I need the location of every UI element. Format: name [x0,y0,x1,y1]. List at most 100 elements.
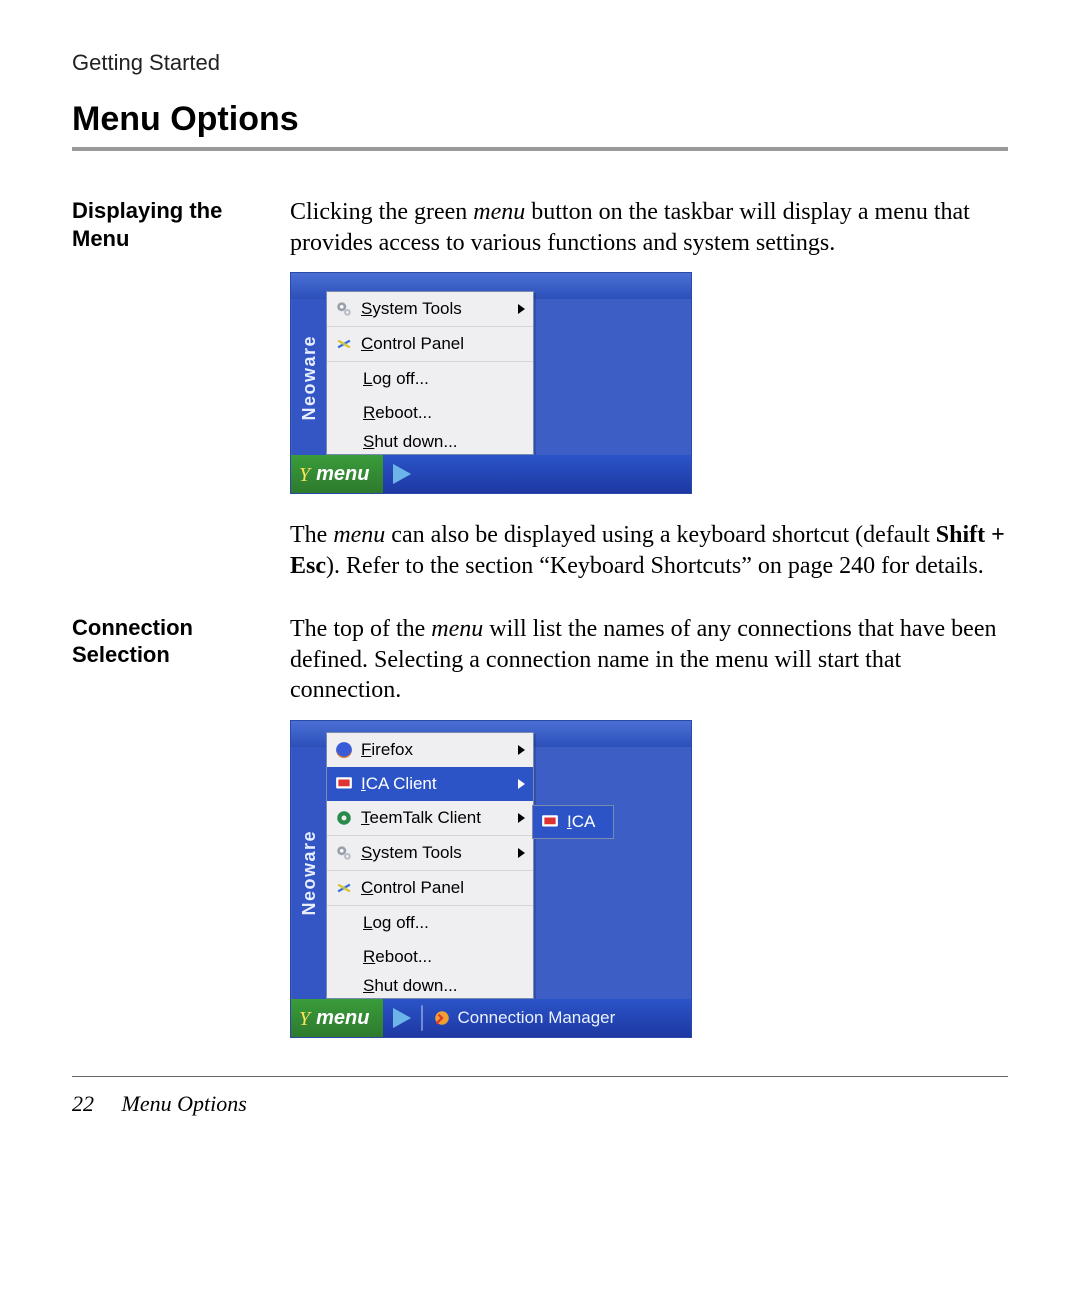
menu-item-label: Shut down... [363,432,525,452]
text-em: menu [333,522,385,548]
text: og off... [372,913,428,932]
chevron-right-icon [518,779,525,789]
menu-item-control-panel[interactable]: Control Panel [327,326,533,362]
menu-logo-icon: Y [299,1009,310,1029]
text: eboot... [375,403,432,422]
taskbar: Y menu Connection Manager [291,999,691,1037]
text: CA Client [366,774,437,793]
menu-popup: System Tools Control Panel Log off... Re… [326,291,534,455]
text: hut down... [374,976,457,995]
menu-item-label: Reboot... [363,947,525,967]
menu-item-reboot[interactable]: Reboot... [327,940,533,974]
body-text: Clicking the green menu button on the ta… [290,197,1008,258]
text: ). Refer to the section “Keyboard Shortc… [326,553,984,579]
gears-icon [335,844,353,862]
text: The [290,522,333,548]
brand-text: Neoware [299,335,320,421]
screenshot-menu-basic: Neoware System Tools Control [290,272,692,494]
menu-item-shut-down[interactable]: Shut down... [327,974,533,998]
menu-item-system-tools[interactable]: System Tools [327,835,533,870]
menu-brand-strip: Neoware [292,747,326,999]
paw-icon [393,1008,411,1028]
chevron-right-icon [518,848,525,858]
menu-item-label: Reboot... [363,403,525,423]
menu-item-label: TeemTalk Client [361,808,510,828]
start-menu-button[interactable]: Y menu [291,455,383,493]
menu-item-label: Firefox [361,740,510,760]
menu-item-label: System Tools [361,299,510,319]
body-row: The menu can also be displayed using a k… [72,520,1008,581]
submenu-item-ica[interactable]: ICA [533,806,613,838]
section-displaying-menu: Displaying the Menu Clicking the green m… [72,197,1008,258]
footer-title: Menu Options [122,1091,247,1116]
menu-item-label: Log off... [363,913,525,933]
text: og off... [372,369,428,388]
brand-text: Neoware [299,830,320,916]
text: ontrol Panel [373,878,464,897]
ica-icon [335,775,353,793]
text: ontrol Panel [373,334,464,353]
menu-item-label: Control Panel [361,334,525,354]
menu-item-system-tools[interactable]: System Tools [327,292,533,326]
menu-item-label: ICA Client [361,774,510,794]
text: hut down... [374,432,457,451]
screenshot-menu-connections: Neoware Firefox ICA Client [290,720,692,1038]
page-title: Menu Options [72,100,1008,139]
body-text: The top of the menu will list the names … [290,614,1008,706]
menu-item-label: Shut down... [363,976,525,996]
page: Getting Started Menu Options Displaying … [0,0,1080,1167]
text: Clicking the green [290,199,473,225]
side-heading: Displaying the Menu [72,197,262,252]
running-head: Getting Started [72,50,1008,76]
section-connection-selection: Connection Selection The top of the menu… [72,614,1008,706]
taskbar: Y menu [291,455,691,493]
taskbar-item-label: Connection Manager [457,1008,615,1028]
chevron-right-icon [518,304,525,314]
menu-brand-strip: Neoware [292,299,326,455]
ica-icon [541,813,559,831]
text-em: menu [473,199,525,225]
figure-1-offset: Neoware System Tools Control [290,272,692,494]
menu-item-shut-down[interactable]: Shut down... [327,430,533,454]
menu-item-label: Log off... [363,369,525,389]
menu-item-label: System Tools [361,843,510,863]
start-menu-button[interactable]: Y menu [291,999,383,1037]
menu-item-control-panel[interactable]: Control Panel [327,870,533,906]
menu-item-label: Control Panel [361,878,525,898]
text: ystem Tools [372,843,461,862]
tools-icon [335,879,353,897]
figure-2-offset: Neoware Firefox ICA Client [290,720,692,1038]
menu-item-log-off[interactable]: Log off... [327,906,533,940]
text: CA [572,812,596,831]
footer-rule [72,1076,1008,1077]
menu-item-teemtalk[interactable]: TeemTalk Client [327,801,533,835]
menu-item-firefox[interactable]: Firefox [327,733,533,767]
teemtalk-icon [335,809,353,827]
side-heading: Connection Selection [72,614,262,669]
text: The top of the [290,616,431,642]
submenu-item-label: ICA [567,812,605,832]
page-number: 22 [72,1091,94,1116]
connection-manager-icon [433,1009,451,1027]
chevron-right-icon [518,745,525,755]
text: eemTalk Client [370,808,482,827]
menu-button-label: menu [316,463,369,486]
taskbar-separator [421,1005,423,1031]
tools-icon [335,335,353,353]
menu-item-reboot[interactable]: Reboot... [327,396,533,430]
page-footer: 22 Menu Options [72,1091,1008,1117]
taskbar-connection-manager[interactable]: Connection Manager [433,1008,615,1028]
paw-icon [393,464,411,484]
title-rule [72,147,1008,151]
menu-item-log-off[interactable]: Log off... [327,362,533,396]
text-em: menu [431,616,483,642]
text: ystem Tools [372,299,461,318]
gears-icon [335,300,353,318]
firefox-icon [335,741,353,759]
text: irefox [371,740,413,759]
menu-button-label: menu [316,1007,369,1030]
menu-item-ica-client[interactable]: ICA Client [327,767,533,801]
menu-popup: Firefox ICA Client TeemT [326,732,534,999]
menu-logo-icon: Y [299,465,310,485]
chevron-right-icon [518,813,525,823]
